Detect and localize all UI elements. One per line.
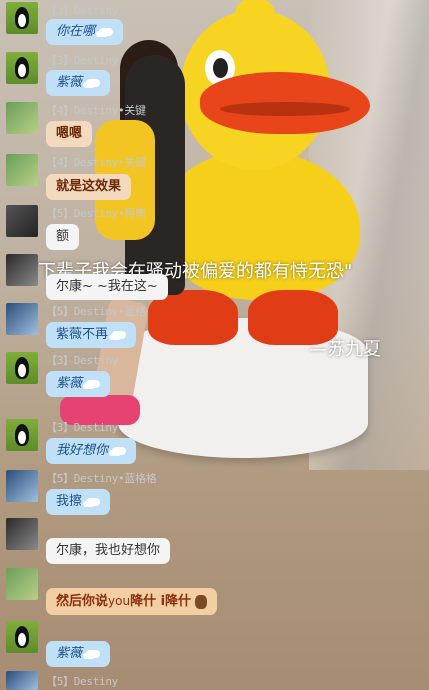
message-bubble[interactable]: 我好想你	[46, 438, 137, 464]
message-bubble[interactable]: 嗯嗯	[46, 121, 93, 147]
message-text: 紫薇	[56, 376, 83, 391]
sender-name: 【3】Destiny	[46, 421, 118, 434]
message-bubble[interactable]: 紫薇	[46, 70, 111, 96]
message-text: 尔康~ ~我在这~	[56, 279, 158, 294]
message-bubble[interactable]: 就是这效果	[46, 174, 132, 200]
penguin-avatar[interactable]	[6, 2, 38, 34]
message-text: 降什 i降什	[130, 594, 192, 609]
message-text: 就是这效果	[56, 179, 122, 194]
sender-name: 【3】Destiny	[46, 4, 118, 17]
cloud-icon	[86, 379, 101, 388]
penguin-avatar[interactable]	[6, 621, 38, 653]
grey-avatar[interactable]	[6, 254, 38, 286]
green-avatar[interactable]	[6, 102, 38, 134]
message-bubble[interactable]: 紫薇	[46, 641, 111, 667]
penguin-avatar[interactable]	[6, 352, 38, 384]
sender-name: 【3】Destiny	[46, 354, 118, 367]
message-text: you	[108, 594, 131, 608]
cloud-icon	[112, 330, 127, 339]
message-bubble[interactable]: 然后你说you降什 i降什	[46, 588, 218, 615]
overlay-author: —苏九夏	[309, 339, 381, 360]
cloud-icon	[86, 649, 101, 658]
blue-avatar[interactable]	[6, 671, 38, 690]
message-bubble[interactable]: 尔康~ ~我在这~	[46, 274, 168, 300]
sender-name: 【3】Destiny	[46, 54, 118, 67]
sender-name: 【5】Destiny•柯南	[46, 207, 146, 220]
message-bubble[interactable]: 紫薇	[46, 371, 111, 397]
message-text: 嗯嗯	[56, 126, 83, 141]
cloud-icon	[86, 497, 101, 506]
cloud-icon	[86, 78, 101, 87]
blue-avatar[interactable]	[6, 470, 38, 502]
grey-avatar[interactable]	[6, 518, 38, 550]
blue-avatar[interactable]	[6, 303, 38, 335]
message-text: 额	[56, 229, 70, 244]
message-bubble[interactable]: 紫薇不再	[46, 322, 137, 348]
message-text: 紫薇	[56, 646, 83, 661]
message-bubble[interactable]: 你在哪	[46, 19, 124, 45]
message-text: 我擦	[56, 494, 83, 509]
message-text: 尔康，我也好想你	[56, 543, 161, 558]
penguin-avatar[interactable]	[6, 52, 38, 84]
penguin-avatar[interactable]	[6, 419, 38, 451]
sender-name: 【5】Destiny•蓝格格	[46, 472, 157, 485]
message-text: 你在哪	[56, 24, 96, 39]
message-text: 我好想你	[56, 443, 109, 458]
message-bubble[interactable]: 额	[46, 224, 80, 250]
message-text: 然后你说	[56, 594, 109, 609]
dark-avatar[interactable]	[6, 205, 38, 237]
sender-name: 【5】Destiny•蓝格	[46, 305, 146, 318]
cloud-icon	[112, 446, 127, 455]
cloud-icon	[99, 27, 114, 36]
message-bubble[interactable]: 我擦	[46, 489, 111, 515]
message-text: 紫薇不再	[56, 327, 109, 342]
message-bubble[interactable]: 尔康，我也好想你	[46, 538, 171, 564]
sender-name: 【4】Destiny•关键	[46, 156, 146, 169]
green-avatar[interactable]	[6, 154, 38, 186]
sender-name: 【4】Destiny•关键	[46, 104, 146, 117]
bear-icon	[195, 594, 208, 609]
message-text: 紫薇	[56, 75, 83, 90]
green-avatar[interactable]	[6, 568, 38, 600]
sender-name: 【5】Destiny	[46, 675, 118, 688]
